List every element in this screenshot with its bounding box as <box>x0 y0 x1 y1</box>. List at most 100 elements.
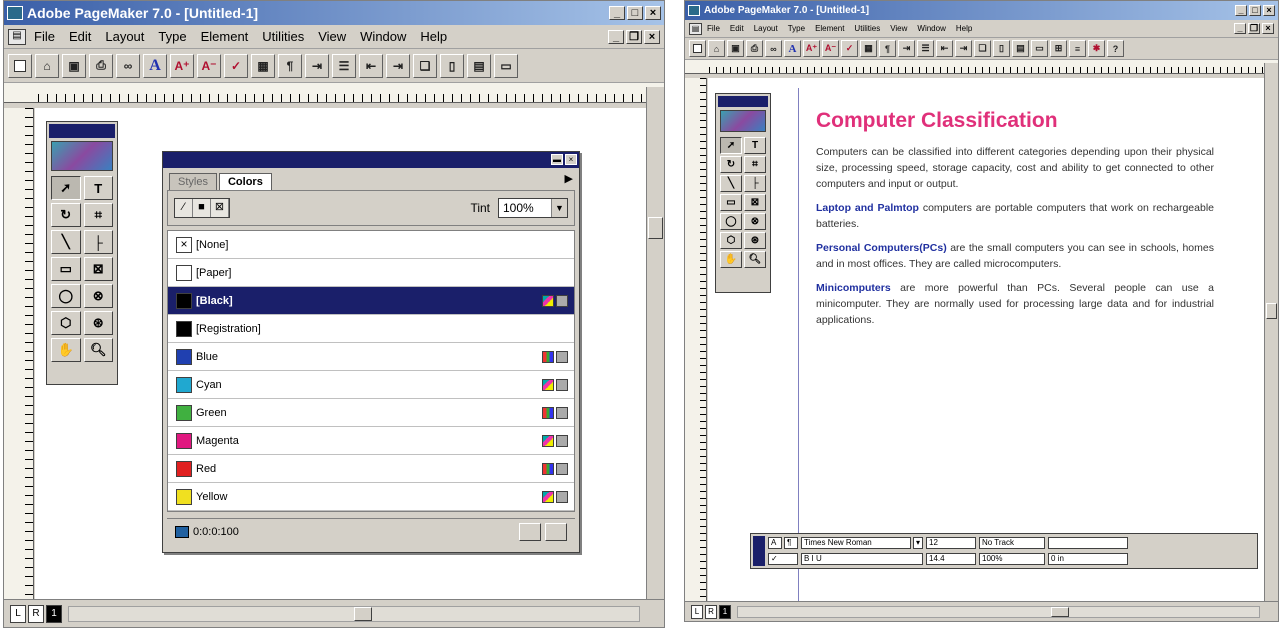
menu-layout[interactable]: Layout <box>754 24 778 33</box>
indent-icon[interactable]: ⇥ <box>955 40 972 57</box>
page-icon-1[interactable]: 1 <box>46 604 62 623</box>
new-icon[interactable] <box>689 40 706 57</box>
polygon-tool-icon[interactable]: ⬡ <box>51 311 81 335</box>
paragraph-icon[interactable]: ¶ <box>278 53 302 78</box>
size-field[interactable]: 12 <box>926 537 976 549</box>
line-tool-icon[interactable]: ╲ <box>720 175 742 192</box>
bullets-icon[interactable]: ☰ <box>917 40 934 57</box>
line-tool-icon[interactable]: ╲ <box>51 230 81 254</box>
crop-tool-icon[interactable]: ⌗ <box>83 203 113 227</box>
styles-icon[interactable]: ▦ <box>251 53 275 78</box>
menu-element[interactable]: Element <box>201 29 249 44</box>
rectangle-frame-tool-icon[interactable]: ⊠ <box>744 194 766 211</box>
palette-menu-arrow-icon[interactable]: ▶ <box>565 172 573 185</box>
paste-icon[interactable]: ▯ <box>993 40 1010 57</box>
indent-icon[interactable]: ⇥ <box>386 53 410 78</box>
spell-check-icon[interactable]: ✓ <box>224 53 248 78</box>
document-text-block[interactable]: Computer Classification Computers can be… <box>816 108 1214 336</box>
chevron-down-icon[interactable]: ▾ <box>913 537 923 549</box>
char-mode-icon[interactable]: A <box>768 537 782 549</box>
decrease-size-icon[interactable]: A⁻ <box>822 40 839 57</box>
menu-element[interactable]: Element <box>815 24 844 33</box>
increase-size-icon[interactable]: A⁺ <box>170 53 194 78</box>
menu-layout[interactable]: Layout <box>105 29 144 44</box>
tab-colors[interactable]: Colors <box>218 173 272 190</box>
menu-edit[interactable]: Edit <box>69 29 91 44</box>
place-icon[interactable]: ▤ <box>1012 40 1029 57</box>
menu-file[interactable]: File <box>707 24 720 33</box>
save-icon[interactable]: ▣ <box>727 40 744 57</box>
menu-utilities[interactable]: Utilities <box>262 29 304 44</box>
color-row[interactable]: [Paper] <box>168 259 574 287</box>
text-tool-icon[interactable]: T <box>744 137 766 154</box>
hand-tool-icon[interactable]: ✋ <box>51 338 81 362</box>
document-icon[interactable]: ▤ <box>689 22 702 35</box>
toolbox-title-bar[interactable] <box>718 96 768 107</box>
menu-help[interactable]: Help <box>420 29 447 44</box>
horizontal-scrollbar[interactable] <box>68 605 640 622</box>
paragraph-icon[interactable]: ¶ <box>879 40 896 57</box>
para-mode-icon[interactable]: ¶ <box>784 537 798 549</box>
doc-minimize-button[interactable]: _ <box>1234 23 1246 34</box>
pointer-tool-icon[interactable]: ➚ <box>51 176 81 200</box>
styles-icon[interactable]: ▦ <box>860 40 877 57</box>
doc-restore-button[interactable]: ❐ <box>1248 23 1260 34</box>
polygon-frame-tool-icon[interactable]: ⊛ <box>744 232 766 249</box>
menu-type[interactable]: Type <box>158 29 186 44</box>
polygon-tool-icon[interactable]: ⬡ <box>720 232 742 249</box>
open-icon[interactable]: ⌂ <box>35 53 59 78</box>
polygon-frame-tool-icon[interactable]: ⊛ <box>83 311 113 335</box>
print-icon[interactable]: ⎙ <box>89 53 113 78</box>
copy-icon[interactable]: ❏ <box>413 53 437 78</box>
constrained-line-tool-icon[interactable]: ├ <box>744 175 766 192</box>
zoom-tool-icon[interactable]: 🔍︎ <box>83 338 113 362</box>
ellipse-frame-tool-icon[interactable]: ⊗ <box>83 284 113 308</box>
horizontal-ruler[interactable] <box>685 60 1278 74</box>
page-icon-1[interactable]: 1 <box>719 604 731 619</box>
tint-select[interactable]: 100% ▼ <box>498 198 568 218</box>
font-icon[interactable]: A <box>143 53 167 78</box>
rotate-tool-icon[interactable]: ↻ <box>720 156 742 173</box>
vertical-scrollbar[interactable] <box>646 87 664 599</box>
horizontal-ruler[interactable] <box>4 83 664 103</box>
grid-icon[interactable]: ⊞ <box>1050 40 1067 57</box>
palette-title-bar[interactable]: ▬ × <box>163 152 579 168</box>
color-row[interactable]: Red <box>168 455 574 483</box>
new-color-button[interactable] <box>519 522 541 541</box>
rectangle-frame-tool-icon[interactable]: ⊠ <box>83 257 113 281</box>
export-icon[interactable]: ▭ <box>494 53 518 78</box>
indents-icon[interactable]: ⇥ <box>898 40 915 57</box>
rectangle-tool-icon[interactable]: ▭ <box>51 257 81 281</box>
track-select[interactable]: No Track <box>979 537 1045 549</box>
menu-type[interactable]: Type <box>788 24 805 33</box>
vertical-ruler[interactable] <box>685 78 707 601</box>
color-row[interactable]: Green <box>168 399 574 427</box>
maximize-button[interactable]: □ <box>1249 5 1261 16</box>
indents-icon[interactable]: ⇥ <box>305 53 329 78</box>
document-icon[interactable]: ▤ <box>8 28 26 45</box>
tab-styles[interactable]: Styles <box>169 173 217 190</box>
font-select[interactable]: Times New Roman <box>801 537 911 549</box>
color-picker-icon[interactable]: ✱ <box>1088 40 1105 57</box>
text-tool-icon[interactable]: T <box>83 176 113 200</box>
menu-view[interactable]: View <box>890 24 907 33</box>
rectangle-tool-icon[interactable]: ▭ <box>720 194 742 211</box>
decrease-size-icon[interactable]: A⁻ <box>197 53 221 78</box>
save-icon[interactable]: ▣ <box>62 53 86 78</box>
find-icon[interactable]: ∞ <box>116 53 140 78</box>
color-row[interactable]: Magenta <box>168 427 574 455</box>
doc-close-button[interactable]: × <box>1262 23 1274 34</box>
fill-icon[interactable]: ■ <box>193 199 211 217</box>
page-icon-right[interactable]: R <box>705 604 717 619</box>
both-icon[interactable]: ⊠ <box>211 199 229 217</box>
toolbox-title-bar[interactable] <box>49 124 115 138</box>
hand-tool-icon[interactable]: ✋ <box>720 251 742 268</box>
doc-restore-button[interactable]: ❐ <box>626 29 642 44</box>
control-palette-handle[interactable] <box>753 536 765 566</box>
type-style-buttons[interactable]: B I U <box>801 553 923 565</box>
spell-check-icon[interactable]: ✓ <box>841 40 858 57</box>
zoom-tool-icon[interactable]: 🔍︎ <box>744 251 766 268</box>
menu-utilities[interactable]: Utilities <box>854 24 880 33</box>
maximize-button[interactable]: □ <box>627 6 643 20</box>
minimize-button[interactable]: _ <box>1235 5 1247 16</box>
